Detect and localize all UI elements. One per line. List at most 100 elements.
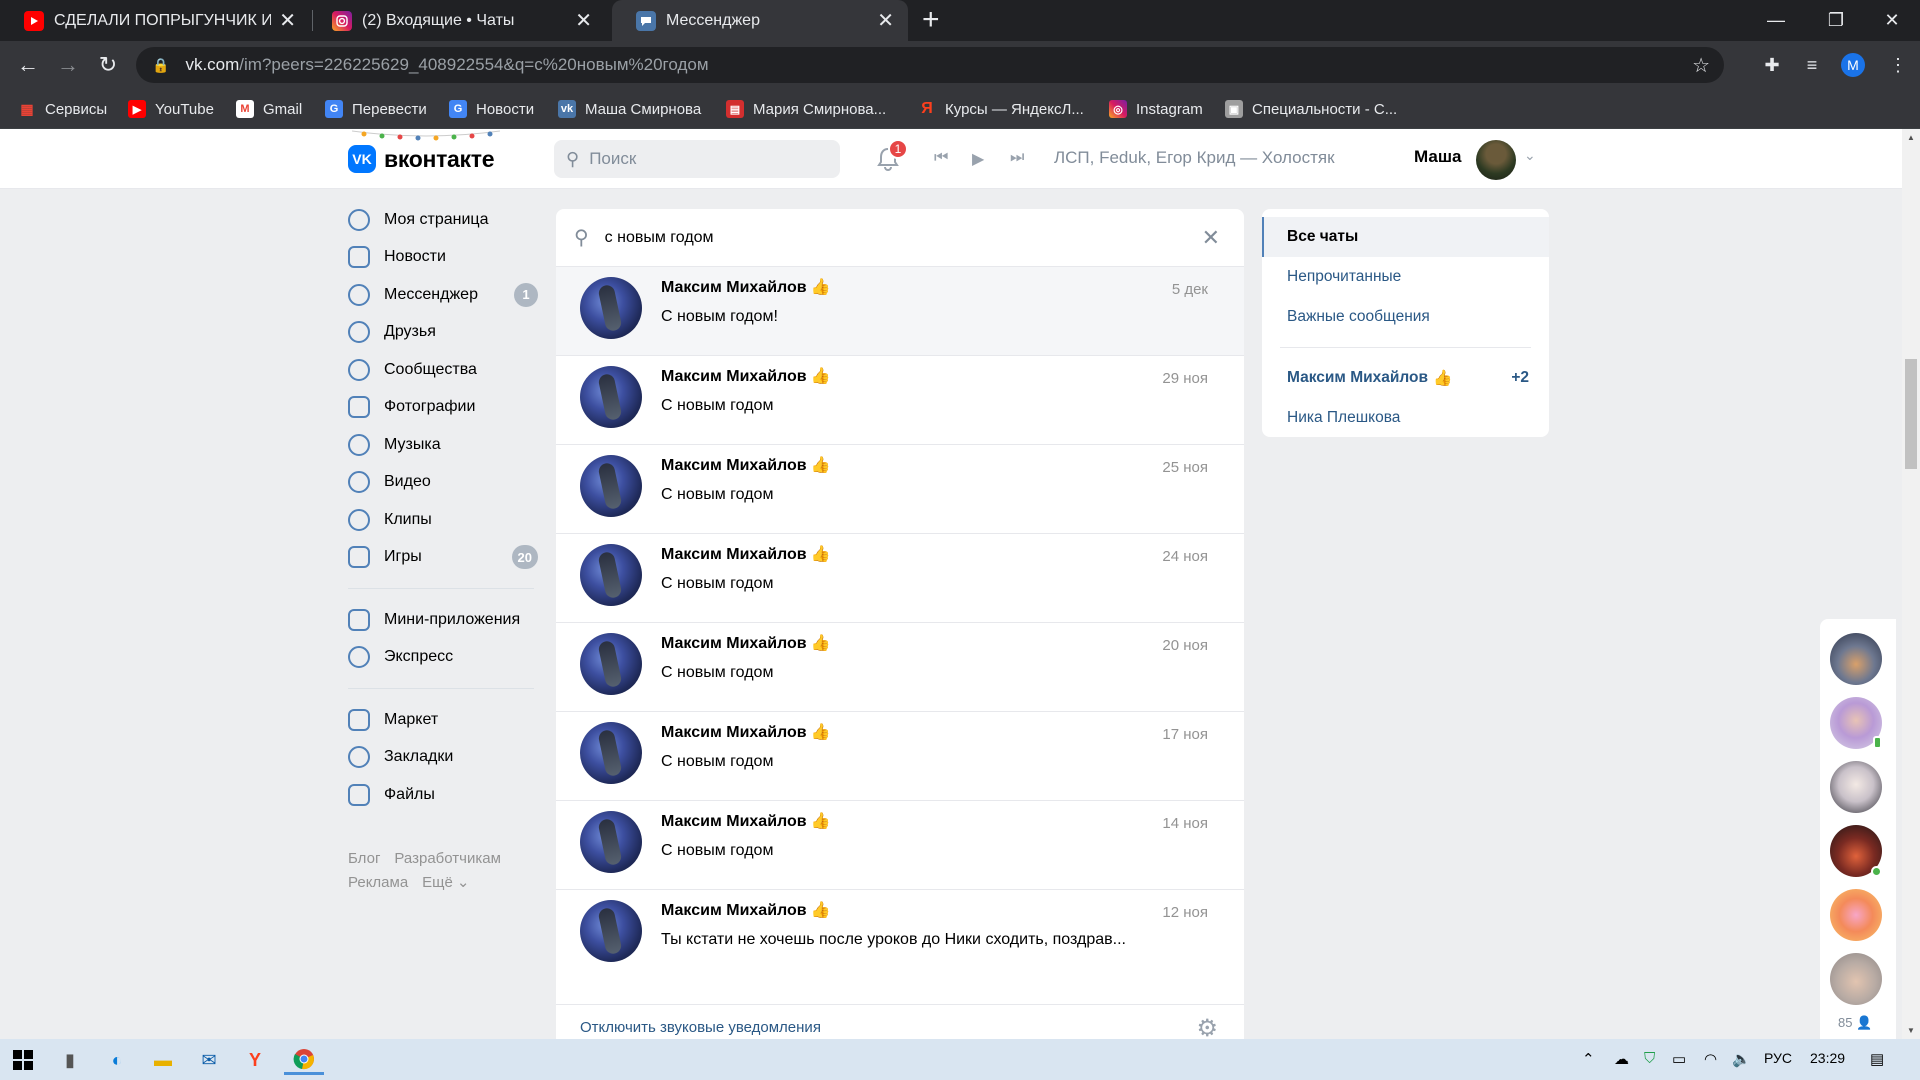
url-input[interactable]: 🔒 vk.com /im?peers=226225629_408922554&q… bbox=[136, 47, 1724, 83]
footer-link-developers[interactable]: Разработчикам bbox=[394, 850, 500, 867]
nav-games[interactable]: Игры 20 bbox=[348, 539, 538, 577]
friend-avatar[interactable] bbox=[1830, 953, 1882, 1005]
scroll-up-icon[interactable]: ▲ bbox=[1907, 133, 1915, 142]
nav-my-page[interactable]: Моя страница bbox=[348, 201, 538, 239]
wifi-icon[interactable]: ◠ bbox=[1704, 1050, 1717, 1068]
yandex-browser-icon[interactable]: Y bbox=[240, 1045, 270, 1075]
next-track-icon[interactable]: ⏭ bbox=[1010, 149, 1024, 167]
back-button[interactable]: ← bbox=[12, 49, 44, 81]
bookmark-gmail[interactable]: M Gmail bbox=[236, 99, 302, 119]
notifications-center-icon[interactable]: ▤ bbox=[1870, 1050, 1884, 1068]
nav-clips[interactable]: Клипы bbox=[348, 501, 538, 539]
nav-mini-apps[interactable]: Мини-приложения bbox=[348, 601, 538, 639]
nav-files[interactable]: Файлы bbox=[348, 776, 538, 814]
nav-communities[interactable]: Сообщества bbox=[348, 351, 538, 389]
friend-avatar[interactable] bbox=[1830, 761, 1882, 813]
previous-track-icon[interactable]: ⏮ bbox=[934, 149, 948, 167]
bookmark-news[interactable]: G Новости bbox=[449, 99, 534, 119]
file-explorer-icon[interactable]: ▬ bbox=[148, 1045, 178, 1075]
clear-search-icon[interactable]: ✕ bbox=[1202, 225, 1220, 251]
app-icon[interactable]: ▮ bbox=[55, 1045, 85, 1075]
close-window-button[interactable]: ✕ bbox=[1862, 0, 1920, 41]
edge-icon[interactable]: ◐ bbox=[102, 1045, 132, 1075]
chevron-down-icon[interactable]: ⌄ bbox=[1524, 147, 1536, 164]
nav-express[interactable]: Экспресс bbox=[348, 639, 538, 677]
nav-photos[interactable]: Фотографии bbox=[348, 389, 538, 427]
clock[interactable]: 23:29 bbox=[1810, 1050, 1845, 1066]
chrome-icon[interactable] bbox=[284, 1045, 324, 1075]
friend-avatar[interactable] bbox=[1830, 825, 1882, 877]
play-icon[interactable]: ▶ bbox=[972, 149, 984, 169]
close-tab-icon[interactable]: ✕ bbox=[877, 8, 894, 33]
scroll-down-icon[interactable]: ▼ bbox=[1907, 1026, 1915, 1035]
extensions-icon[interactable]: ✚ bbox=[1760, 53, 1784, 77]
forward-button[interactable]: → bbox=[52, 49, 84, 81]
tab-instagram[interactable]: (2) Входящие • Чаты ✕ bbox=[308, 0, 606, 41]
reading-list-icon[interactable]: ≡ bbox=[1800, 53, 1824, 77]
volume-icon[interactable]: 🔈 bbox=[1732, 1050, 1751, 1068]
nav-friends[interactable]: Друзья bbox=[348, 314, 538, 352]
friend-avatar[interactable] bbox=[1830, 889, 1882, 941]
network-icon[interactable]: ☁ bbox=[1614, 1050, 1629, 1068]
user-avatar[interactable] bbox=[1476, 140, 1516, 180]
user-name[interactable]: Маша bbox=[1414, 147, 1461, 167]
dialog-item[interactable]: Максим Михайлов 👍 24 ноя С новым годом bbox=[556, 534, 1244, 623]
dialog-item[interactable]: Максим Михайлов 👍 25 ноя С новым годом bbox=[556, 445, 1244, 534]
mail-icon[interactable]: ✉ bbox=[194, 1045, 224, 1075]
nav-video[interactable]: Видео bbox=[348, 464, 538, 502]
footer-link-ads[interactable]: Реклама bbox=[348, 874, 408, 891]
footer-link-more[interactable]: Ещё bbox=[422, 874, 453, 891]
chevron-up-icon[interactable]: ⌃ bbox=[1582, 1050, 1595, 1068]
folder-all-chats[interactable]: Все чаты bbox=[1262, 217, 1549, 257]
dialog-item[interactable]: Максим Михайлов 👍 12 ноя Ты кстати не хоч… bbox=[556, 890, 1244, 979]
scrollbar-thumb[interactable] bbox=[1905, 359, 1917, 469]
dialog-item[interactable]: Максим Михайлов 👍 5 дек С новым годом! bbox=[556, 267, 1244, 356]
restore-button[interactable]: ❐ bbox=[1806, 0, 1866, 41]
security-shield-icon[interactable]: ⛉ bbox=[1644, 1050, 1655, 1067]
profile-avatar[interactable]: M bbox=[1841, 53, 1865, 77]
bookmark-specialties[interactable]: ▣ Специальности - С... bbox=[1225, 99, 1397, 119]
friend-avatar[interactable] bbox=[1830, 633, 1882, 685]
nav-bookmarks[interactable]: Закладки bbox=[348, 739, 538, 777]
browser-menu-icon[interactable]: ⋮ bbox=[1886, 53, 1910, 77]
gear-icon[interactable]: ⚙ bbox=[1196, 1014, 1218, 1039]
message-search-input[interactable]: ⚲ с новым годом ✕ bbox=[556, 209, 1244, 267]
minimize-button[interactable]: — bbox=[1746, 0, 1806, 41]
nav-news[interactable]: Новости bbox=[348, 239, 538, 277]
dialog-item[interactable]: Максим Михайлов 👍 29 ноя С новым годом bbox=[556, 356, 1244, 445]
bookmark-services[interactable]: ▦ Сервисы bbox=[18, 99, 107, 119]
close-tab-icon[interactable]: ✕ bbox=[279, 8, 296, 33]
battery-icon[interactable]: ▭ bbox=[1672, 1050, 1686, 1068]
bookmark-star-icon[interactable]: ☆ bbox=[1692, 53, 1710, 78]
friends-online-count[interactable]: 85 👤 bbox=[1838, 1015, 1872, 1031]
folder-unread[interactable]: Непрочитанные bbox=[1262, 257, 1549, 297]
language-indicator[interactable]: РУС bbox=[1764, 1050, 1792, 1066]
tab-youtube[interactable]: СДЕЛАЛИ ПОПРЫГУНЧИК ИЗ З ✕ bbox=[0, 0, 310, 41]
bookmark-translate[interactable]: G Перевести bbox=[325, 99, 427, 119]
bookmark-yandex[interactable]: Я Курсы — ЯндексЛ... bbox=[918, 99, 1084, 119]
folder-important[interactable]: Важные сообщения bbox=[1262, 297, 1549, 337]
bookmark-instagram[interactable]: ◎ Instagram bbox=[1109, 99, 1203, 119]
reload-button[interactable]: ↻ bbox=[92, 49, 124, 81]
dialog-item[interactable]: Максим Михайлов 👍 14 ноя С новым годом bbox=[556, 801, 1244, 890]
tab-messenger[interactable]: Мессенджер ✕ bbox=[612, 0, 908, 41]
bookmark-youtube[interactable]: ▶ YouTube bbox=[128, 99, 214, 119]
vk-logo[interactable]: VK вконтакте bbox=[348, 145, 495, 173]
dialog-item[interactable]: Максим Михайлов 👍 17 ноя С новым годом bbox=[556, 712, 1244, 801]
nav-music[interactable]: Музыка bbox=[348, 426, 538, 464]
now-playing-track[interactable]: ЛСП, Feduk, Егор Крид — Холостяк bbox=[1054, 148, 1335, 168]
folder-chat-maxim[interactable]: Максим Михайлов 👍 +2 bbox=[1262, 358, 1549, 398]
page-scrollbar[interactable]: ▲ ▼ bbox=[1902, 129, 1920, 1039]
folder-chat-nika[interactable]: Ника Плешкова bbox=[1262, 398, 1549, 438]
notifications-button[interactable]: 1 bbox=[874, 139, 908, 173]
bookmark-masha[interactable]: vk Маша Смирнова bbox=[558, 99, 701, 119]
windows-start-icon[interactable] bbox=[8, 1045, 38, 1075]
mute-sounds-link[interactable]: Отключить звуковые уведомления bbox=[580, 1019, 821, 1036]
close-tab-icon[interactable]: ✕ bbox=[575, 8, 592, 33]
bookmark-maria[interactable]: ▤ Мария Смирнова... bbox=[726, 99, 886, 119]
nav-market[interactable]: Маркет bbox=[348, 701, 538, 739]
vk-search-input[interactable]: ⚲ Поиск bbox=[554, 140, 840, 178]
dialog-item[interactable]: Максим Михайлов 👍 20 ноя С новым годом bbox=[556, 623, 1244, 712]
new-tab-button[interactable]: + bbox=[922, 4, 940, 36]
nav-messenger[interactable]: Мессенджер 1 bbox=[348, 276, 538, 314]
